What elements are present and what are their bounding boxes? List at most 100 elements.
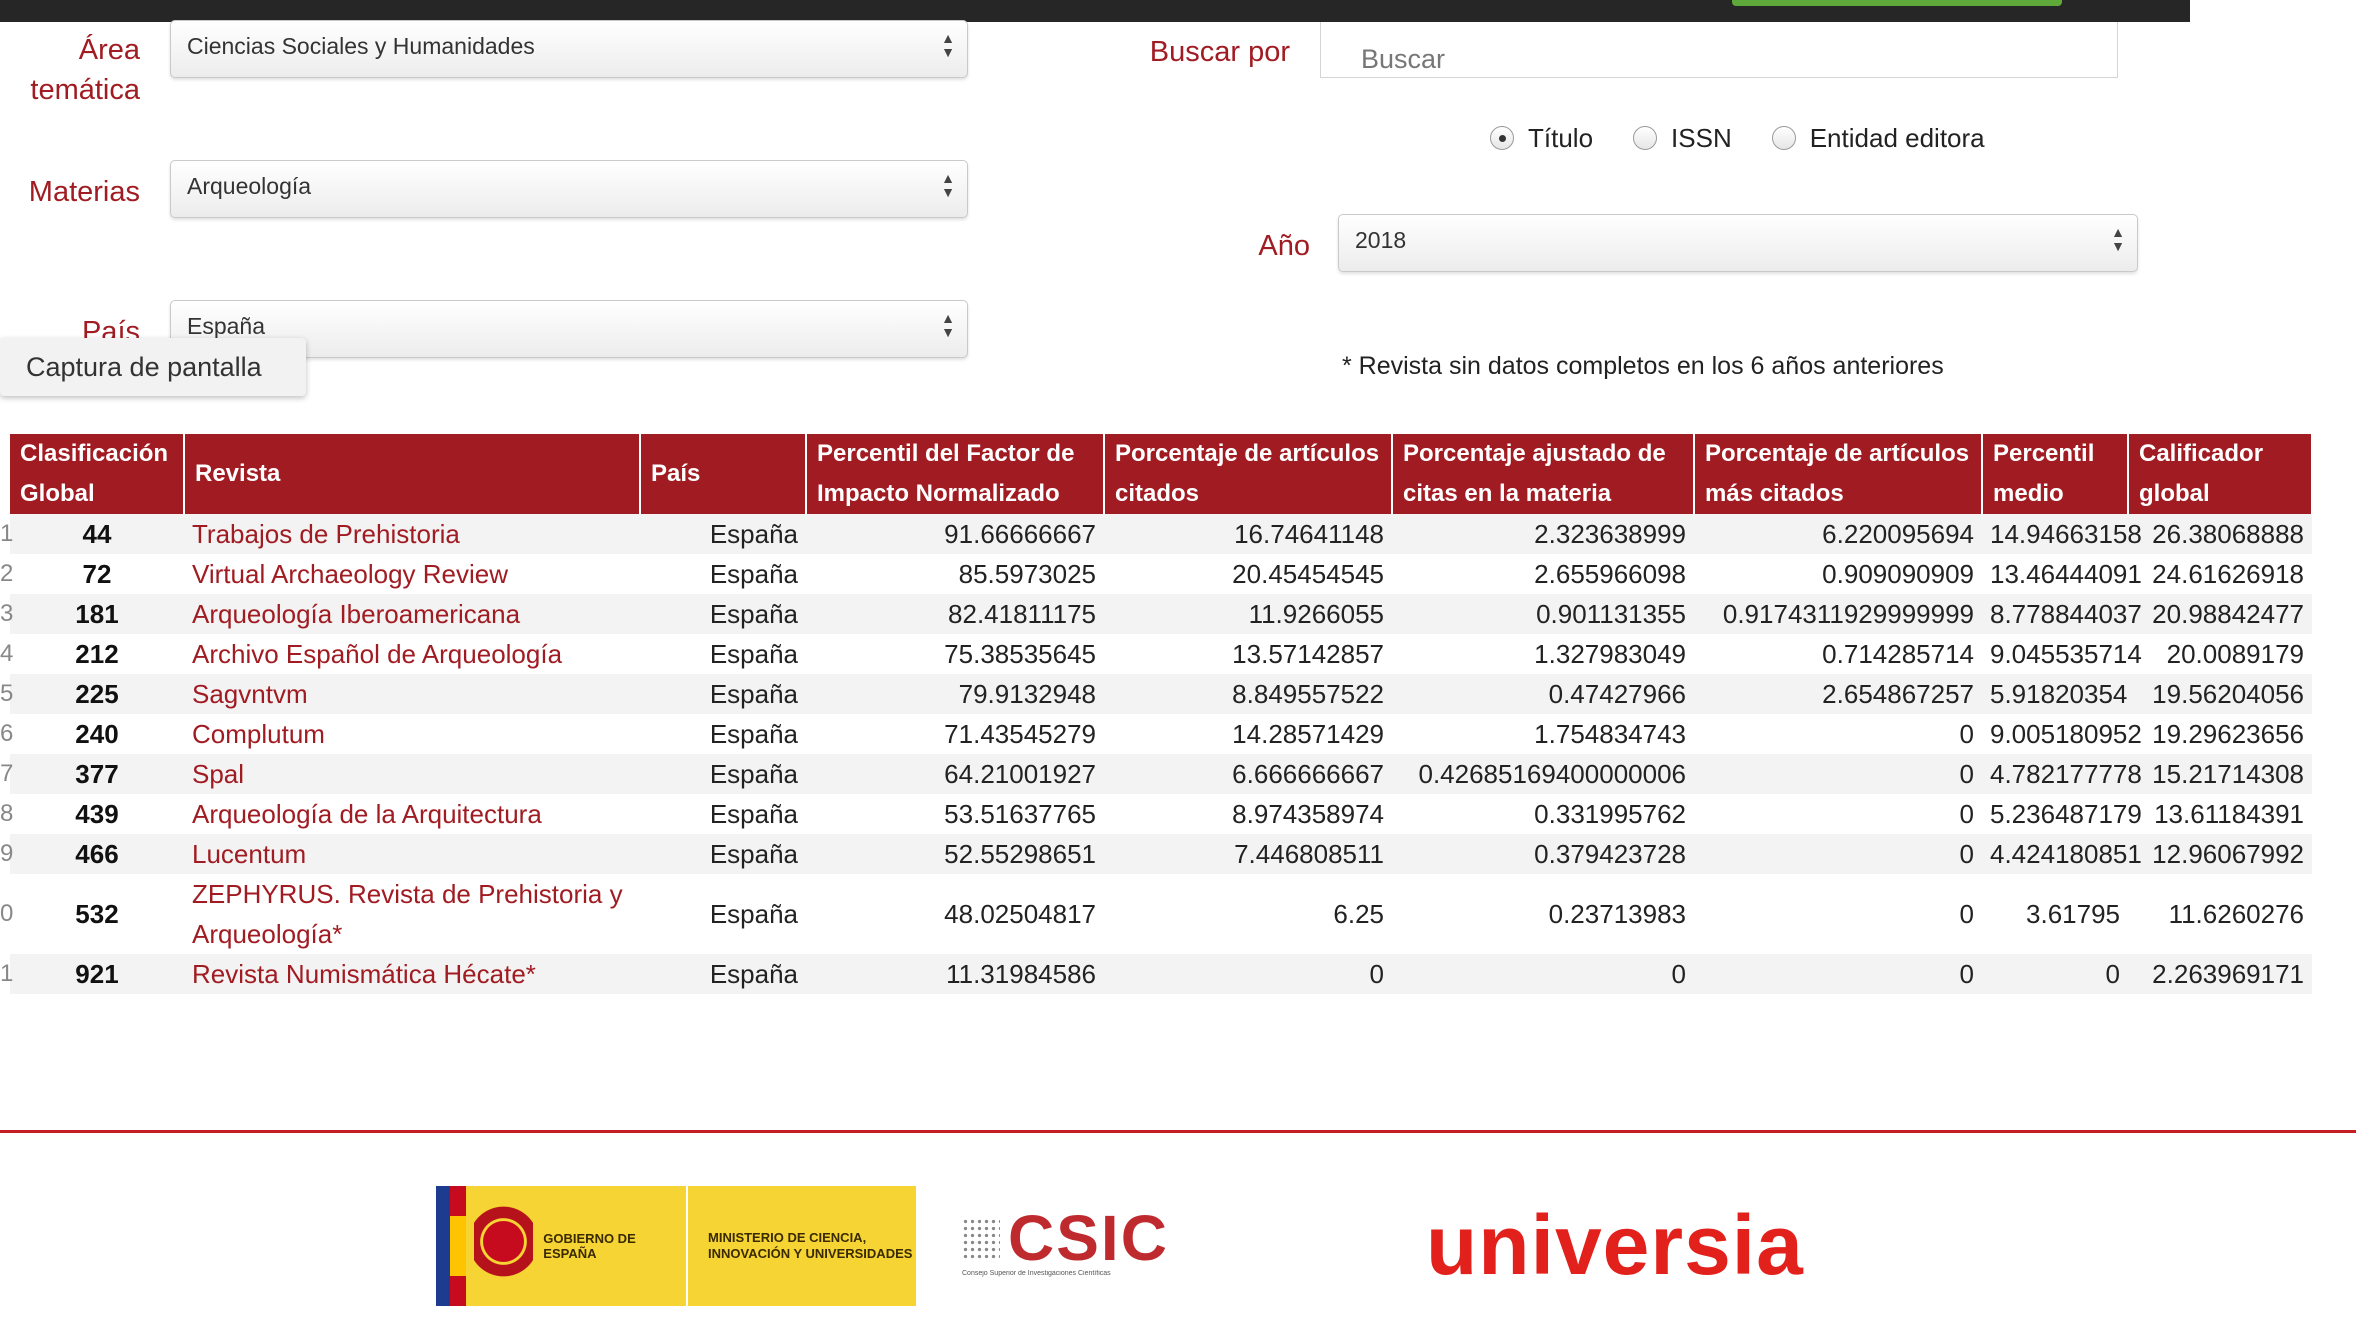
cell-journal-link[interactable]: Arqueología de la Arquitectura: [184, 794, 640, 834]
cell-journal-link[interactable]: Lucentum: [184, 834, 640, 874]
cell-rank: 225: [10, 674, 184, 714]
row-number: 3: [0, 600, 14, 627]
cell-porcentaje-ajustado: 2.323638999: [1392, 514, 1694, 554]
table-row: 240 Complutum España 71.43545279 14.28571429…: [10, 714, 2312, 754]
cell-journal-link[interactable]: Arqueología Iberoamericana: [184, 594, 640, 634]
search-placeholder: Buscar: [1361, 44, 1446, 74]
search-input[interactable]: Buscar: [1320, 22, 2118, 78]
cell-percentil-factor: 85.5973025: [958, 558, 1096, 589]
cell-journal-link[interactable]: Complutum: [184, 714, 640, 754]
cell-percentil-medio: 4.782177778: [1982, 754, 2142, 794]
cell-mas-citados: 0: [1959, 898, 1974, 929]
cell-journal-link[interactable]: Virtual Archaeology Review: [184, 554, 640, 594]
table-row: 212 Archivo Español de Arqueología España 7…: [10, 634, 2312, 674]
gobierno-text: GOBIERNO DE ESPAÑA: [543, 1231, 636, 1261]
cell-mas-citados: 0.714285714: [1822, 638, 1974, 669]
col-header-percentil-medio[interactable]: Percentil medio: [1982, 434, 2129, 514]
screenshot-tooltip: Captura de pantalla: [0, 338, 306, 396]
cell-porcentaje-ajustado: 0.901131355: [1392, 594, 1694, 634]
cell-country: España: [640, 754, 806, 794]
materias-label: Materias: [28, 176, 140, 208]
table-header-row: Clasificación Global Revista País Percen…: [10, 434, 2313, 514]
select-arrows-icon: ▲ ▼: [941, 30, 955, 60]
cell-porcentaje-ajustado: 0.379423728: [1392, 834, 1694, 874]
cell-mas-citados: 0: [1694, 834, 1982, 874]
cell-rank: 466: [10, 834, 184, 874]
cell-rank: 212: [75, 638, 119, 669]
radio-issn-label: ISSN: [1671, 122, 1732, 153]
cell-country: España: [709, 798, 798, 829]
top-action-button[interactable]: [1732, 0, 2062, 6]
radio-titulo[interactable]: Título: [1490, 123, 1593, 154]
csic-logo[interactable]: CSIC Consejo Superior de Investigaciones…: [962, 1206, 1192, 1280]
cell-mas-citados: 2.654867257: [1694, 674, 1982, 714]
row-number: 7: [0, 760, 14, 787]
cell-porcentaje-citados: 11.9266055: [1104, 594, 1392, 634]
radio-unchecked-icon[interactable]: [1633, 126, 1658, 150]
cell-percentil-medio: 0: [1982, 954, 2128, 994]
cell-country: España: [640, 594, 806, 634]
cell-percentil-medio: 14.94663158: [1982, 514, 2142, 554]
radio-entidad-editora[interactable]: Entidad editora: [1771, 122, 1985, 154]
incomplete-data-note: * Revista sin datos completos en los 6 a…: [1342, 352, 1944, 380]
cell-calificador: 11.6260276: [2168, 898, 2304, 929]
cell-rank: 44: [10, 514, 184, 554]
materias-select[interactable]: Arqueología ▲ ▼: [170, 160, 968, 218]
search-by-radio-group: Título ISSN Entidad editora: [1490, 118, 2025, 158]
universia-logo[interactable]: universia: [1426, 1200, 1804, 1290]
cell-porcentaje-ajustado: 0.42685169400000006: [1392, 754, 1694, 794]
cell-rank: 181: [10, 594, 184, 634]
radio-issn[interactable]: ISSN: [1633, 123, 1732, 154]
cell-percentil-factor: 75.38535645: [944, 638, 1096, 669]
cell-journal-link[interactable]: Trabajos de Prehistoria: [184, 514, 640, 554]
row-number: 5: [0, 680, 14, 707]
cell-porcentaje-ajustado: 0: [1392, 954, 1694, 994]
area-select[interactable]: Ciencias Sociales y Humanidades ▲ ▼: [170, 20, 968, 78]
col-header-revista[interactable]: Revista: [184, 434, 641, 514]
table-row: 181 Arqueología Iberoamericana España 82.41…: [10, 594, 2312, 634]
gobierno-espana-logo[interactable]: GOBIERNO DE ESPAÑA MINISTERIO DE CIENCIA…: [436, 1186, 916, 1306]
footer-divider: [0, 1130, 2356, 1133]
coat-of-arms-icon: [474, 1201, 534, 1291]
col-header-percentil-factor[interactable]: Percentil del Factor de Impacto Normaliz…: [806, 434, 1105, 514]
cell-journal-link[interactable]: Spal: [184, 754, 640, 794]
cell-porcentaje-citados: 16.74641148: [1104, 514, 1392, 554]
cell-journal-link[interactable]: Archivo Español de Arqueología: [184, 634, 640, 674]
cell-percentil-medio: 13.46444091: [1990, 558, 2142, 589]
radio-checked-icon[interactable]: [1490, 126, 1514, 150]
cell-country: España: [709, 718, 798, 749]
col-header-mas-citados[interactable]: Porcentaje de artículos más citados: [1694, 434, 1983, 514]
cell-percentil-factor: 82.41811175: [806, 594, 1104, 634]
col-header-porcentaje-ajustado[interactable]: Porcentaje ajustado de citas en la mater…: [1392, 434, 1695, 514]
cell-calificador: 13.61184391: [2154, 798, 2304, 829]
anio-label: Año: [1258, 230, 1310, 262]
select-arrows-icon: ▲ ▼: [941, 310, 955, 340]
cell-mas-citados: 0: [1694, 954, 1982, 994]
select-arrows-icon: ▲ ▼: [941, 170, 955, 200]
row-number: 4: [0, 640, 14, 667]
col-header-calificador[interactable]: Calificador global: [2128, 434, 2313, 514]
radio-unchecked-icon[interactable]: [1771, 126, 1796, 150]
cell-percentil-factor: 53.51637765: [944, 798, 1096, 829]
cell-porcentaje-citados: 6.25: [1333, 898, 1384, 929]
cell-percentil-factor: 11.31984586: [806, 954, 1104, 994]
col-header-porcentaje-citados[interactable]: Porcentaje de artículos citados: [1104, 434, 1393, 514]
cell-journal-link[interactable]: Sagvntvm: [184, 674, 640, 714]
cell-journal-link[interactable]: ZEPHYRUS. Revista de Prehistoria y Arque…: [184, 874, 640, 954]
cell-country: España: [709, 898, 798, 929]
col-header-clasificacion[interactable]: Clasificación Global: [10, 434, 185, 514]
col-header-pais[interactable]: País: [640, 434, 807, 514]
radio-titulo-label: Título: [1528, 122, 1594, 153]
cell-porcentaje-ajustado: 1.754834743: [1534, 718, 1686, 749]
row-number: 2: [0, 560, 14, 587]
select-arrows-icon: ▲ ▼: [2111, 224, 2125, 254]
anio-select-value: 2018: [1355, 227, 1407, 253]
cell-country: España: [640, 834, 806, 874]
radio-entidad-label: Entidad editora: [1809, 122, 1985, 153]
ministerio-text: MINISTERIO DE CIENCIA, INNOVACIÓN Y UNIV…: [708, 1230, 913, 1261]
anio-select[interactable]: 2018 ▲ ▼: [1338, 214, 2138, 272]
cell-porcentaje-citados: 7.446808511: [1104, 834, 1392, 874]
cell-journal-link[interactable]: Revista Numismática Hécate*: [184, 954, 640, 994]
cell-percentil-medio: 8.778844037: [1982, 594, 2142, 634]
row-number: 8: [0, 800, 14, 827]
